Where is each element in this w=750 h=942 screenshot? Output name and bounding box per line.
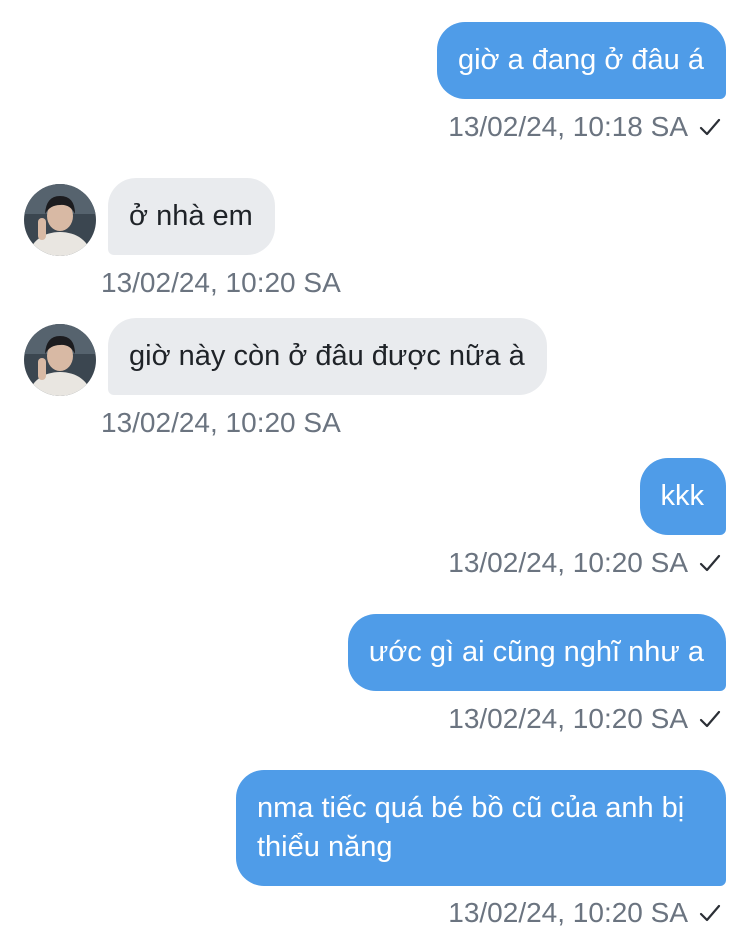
message-text: ước gì ai cũng nghĩ như a xyxy=(368,636,704,668)
message-bubble-incoming[interactable]: giờ này còn ở đâu được nữa à xyxy=(108,318,547,395)
avatar-image xyxy=(24,324,96,396)
message-text: kkk xyxy=(660,480,705,512)
avatar-image xyxy=(24,184,96,256)
message-bubble-incoming[interactable]: ở nhà em xyxy=(108,178,275,255)
message-text: giờ a đang ở đâu á xyxy=(457,44,704,76)
message-bubble-outgoing[interactable]: kkk xyxy=(639,458,726,535)
message-bubble-outgoing[interactable]: nma tiếc quá bé bồ cũ của anh bị thiểu n… xyxy=(236,770,726,886)
check-icon xyxy=(699,118,721,136)
message-bubble-outgoing[interactable]: giờ a đang ở đâu á xyxy=(436,22,726,99)
message-timestamp: 13/02/24, 10:18 SA xyxy=(448,110,722,144)
message-timestamp: 13/02/24, 10:20 SA xyxy=(448,702,722,736)
message-timestamp: 13/02/24, 10:20 SA xyxy=(448,896,722,930)
contact-avatar[interactable] xyxy=(24,324,96,396)
message-timestamp: 13/02/24, 10:20 SA xyxy=(101,267,341,298)
check-icon xyxy=(699,904,721,922)
message-text: nma tiếc quá bé bồ cũ của anh bị thiểu n… xyxy=(257,792,685,863)
message-text: ở nhà em xyxy=(129,200,253,232)
message-timestamp: 13/02/24, 10:20 SA xyxy=(448,546,722,580)
check-icon xyxy=(699,710,721,728)
message-text: giờ này còn ở đâu được nữa à xyxy=(129,340,525,372)
check-icon xyxy=(699,554,721,572)
message-bubble-outgoing[interactable]: ước gì ai cũng nghĩ như a xyxy=(347,614,726,691)
contact-avatar[interactable] xyxy=(24,184,96,256)
message-timestamp: 13/02/24, 10:20 SA xyxy=(101,407,341,438)
